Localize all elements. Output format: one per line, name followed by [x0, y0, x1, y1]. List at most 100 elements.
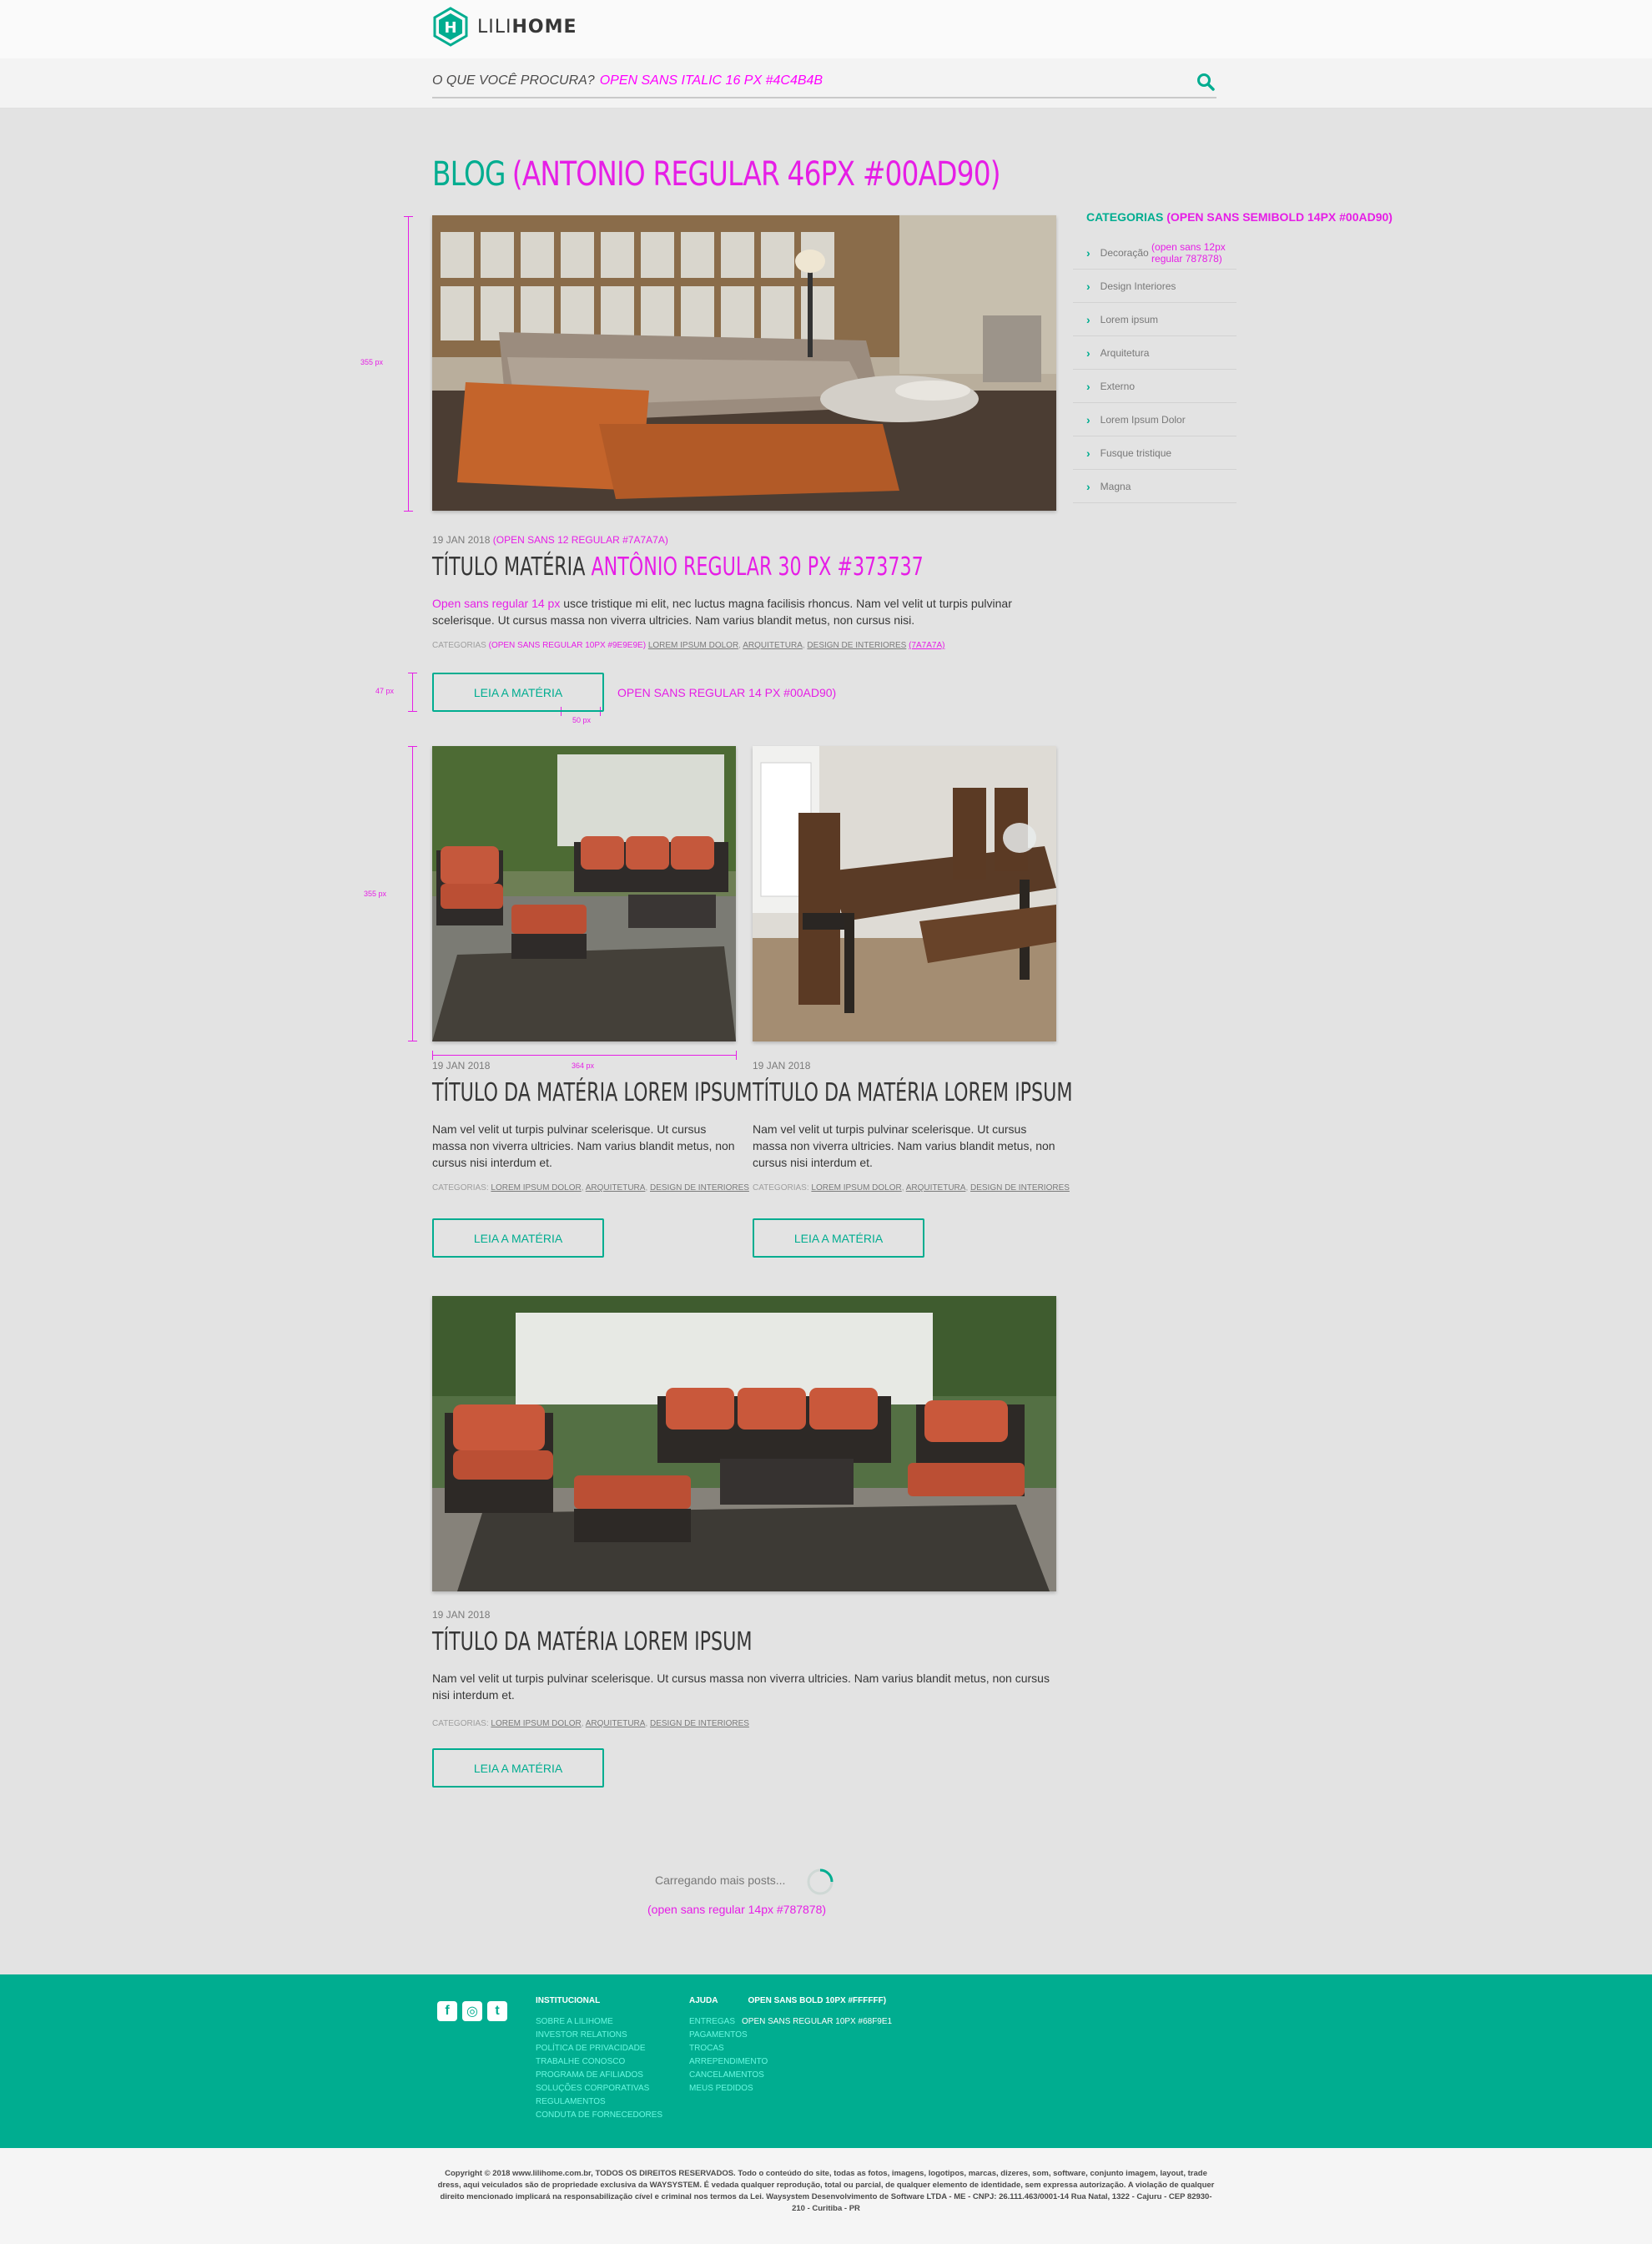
post-title[interactable]: TÍTULO DA MATÉRIA LOREM IPSUM [432, 1627, 753, 1657]
footer-link[interactable]: ENTREGAS OPEN SANS REGULAR 10PX #68F9E1 [689, 2015, 892, 2029]
chevron-right-icon: › [1086, 279, 1090, 293]
footer-link[interactable]: ARREPENDIMENTO [689, 2055, 892, 2069]
spec-note: OPEN SANS ITALIC 16 PX #4C4B4B [599, 73, 823, 88]
site-header: H LILIHOME [0, 0, 1652, 58]
post-categories: CATEGORIAS (OPEN SANS REGULAR 10PX #9E9E… [432, 641, 945, 650]
footer-link[interactable]: SOLUÇÕES CORPORATIVAS [536, 2082, 662, 2095]
post-image[interactable] [753, 746, 1056, 1041]
read-post-button[interactable]: LEIA A MATÉRIA [432, 1748, 604, 1788]
spec-note: (open sans regular 14px #787878) [647, 1903, 827, 1916]
category-link[interactable]: LOREM IPSUM DOLOR [491, 1183, 581, 1193]
chevron-right-icon: › [1086, 345, 1090, 360]
category-link[interactable]: DESIGN DE INTERIORES [650, 1719, 749, 1728]
spec-note: (ANTONIO REGULAR 46PX #00AD90) [511, 155, 1001, 194]
footer-heading: INSTITUCIONAL [536, 1996, 601, 2005]
post-image[interactable] [432, 746, 736, 1041]
category-link[interactable]: LOREM IPSUM DOLOR [648, 641, 738, 650]
spec-note: ANTÔNIO REGULAR 30 PX #373737 [591, 552, 924, 582]
category-link[interactable]: DESIGN DE INTERIORES [807, 641, 906, 650]
sidebar-item[interactable]: › Externo [1073, 370, 1236, 403]
footer-link[interactable]: REGULAMENTOS [536, 2095, 662, 2109]
chevron-right-icon: › [1086, 312, 1090, 326]
sidebar-item[interactable]: › Decoração (open sans 12px regular 78787… [1073, 236, 1236, 270]
dimension-label: 47 px [375, 687, 395, 695]
dimension-line [408, 746, 417, 1041]
copyright-text: Copyright © 2018 www.lilihome.com.br, TO… [437, 2169, 1215, 2213]
post-title[interactable]: TÍTULO DA MATÉRIA LOREM IPSUM [753, 1078, 1073, 1107]
sidebar-item[interactable]: › Lorem Ipsum Dolor [1073, 403, 1236, 436]
read-post-button[interactable]: LEIA A MATÉRIA [753, 1218, 924, 1258]
post-excerpt: Nam vel velit ut turpis pulvinar sceleri… [432, 1122, 735, 1169]
post-categories: CATEGORIAS: LOREM IPSUM DOLOR, ARQUITETU… [432, 1183, 749, 1193]
chevron-right-icon: › [1086, 379, 1090, 393]
category-list: › Decoração (open sans 12px regular 78787… [1073, 236, 1236, 503]
post-date: 19 JAN 2018 [432, 1609, 491, 1621]
dimension-label: 50 px [572, 716, 592, 724]
category-link[interactable]: DESIGN DE INTERIORES [650, 1183, 749, 1193]
spec-note: OPEN SANS REGULAR 14 PX #00AD90) [617, 686, 837, 699]
post-image[interactable] [432, 1296, 1056, 1591]
featured-post-image[interactable] [432, 215, 1056, 511]
footer-link[interactable]: TROCAS [689, 2042, 892, 2055]
footer-link[interactable]: MEUS PEDIDOS [689, 2082, 892, 2095]
dimension-line [432, 1051, 737, 1060]
dimension-label: 355 px [360, 358, 384, 366]
search-input[interactable]: O QUE VOCÊ PROCURA? OPEN SANS ITALIC 16 P… [432, 65, 1216, 98]
chevron-right-icon: › [1086, 245, 1090, 260]
read-post-button[interactable]: LEIA A MATÉRIA [432, 1218, 604, 1258]
footer-link[interactable]: INVESTOR RELATIONS [536, 2029, 662, 2042]
footer-link[interactable]: PROGRAMA DE AFILIADOS [536, 2069, 662, 2082]
loading-spinner-icon [807, 1868, 834, 1895]
page-title: BLOG (ANTONIO REGULAR 46PX #00AD90) [432, 155, 1001, 194]
chevron-right-icon: › [1086, 412, 1090, 426]
sidebar-item[interactable]: › Lorem ipsum [1073, 303, 1236, 336]
chevron-right-icon: › [1086, 479, 1090, 493]
post-title[interactable]: TÍTULO DA MATÉRIA LOREM IPSUM [432, 1078, 753, 1107]
sidebar-item[interactable]: › Magna [1073, 470, 1236, 503]
dimension-label: 355 px [364, 890, 387, 898]
sidebar-title: CATEGORIAS (OPEN SANS SEMIBOLD 14PX #00A… [1086, 210, 1393, 224]
logo-text: LILIHOME [477, 16, 577, 38]
site-footer: f ◎ t INSTITUCIONAL SOBRE A LILIHOME INV… [0, 1974, 1652, 2148]
category-link[interactable]: ARQUITETURA [906, 1183, 966, 1193]
category-link[interactable]: ARQUITETURA [743, 641, 803, 650]
spec-note: Open sans regular 14 px [432, 597, 561, 610]
post-excerpt: Open sans regular 14 px usce tristique m… [432, 597, 1012, 627]
footer-link[interactable]: PAGAMENTOS [689, 2029, 892, 2042]
post-categories: CATEGORIAS: LOREM IPSUM DOLOR, ARQUITETU… [432, 1719, 749, 1728]
category-link[interactable]: LOREM IPSUM DOLOR [811, 1183, 901, 1193]
category-link[interactable]: LOREM IPSUM DOLOR [491, 1719, 581, 1728]
dimension-label: 364 px [572, 1061, 595, 1070]
logo[interactable]: H LILIHOME [432, 7, 577, 47]
search-icon[interactable] [1196, 73, 1215, 91]
post-categories: CATEGORIAS: LOREM IPSUM DOLOR, ARQUITETU… [753, 1183, 1070, 1193]
twitter-icon[interactable]: t [487, 2001, 507, 2021]
read-post-button[interactable]: LEIA A MATÉRIA [432, 673, 604, 712]
loading-text: Carregando mais posts... [655, 1873, 786, 1887]
spec-note: (open sans 12px regular 787878) [1151, 240, 1226, 265]
spec-note: OPEN SANS BOLD 10PX #FFFFFF) [748, 1996, 887, 2005]
sidebar-item[interactable]: › Arquitetura [1073, 336, 1236, 370]
category-link[interactable]: ARQUITETURA [586, 1719, 646, 1728]
category-link[interactable]: DESIGN DE INTERIORES [970, 1183, 1070, 1193]
footer-link[interactable]: TRABALHE CONOSCO [536, 2055, 662, 2069]
spec-note: (OPEN SANS SEMIBOLD 14PX #00AD90) [1166, 210, 1393, 224]
svg-text:H: H [444, 19, 456, 37]
spec-note: OPEN SANS REGULAR 10PX #68F9E1 [742, 2017, 893, 2026]
social-links: f ◎ t [437, 2001, 507, 2021]
post-title[interactable]: TÍTULO MATÉRIA ANTÔNIO REGULAR 30 PX #37… [432, 552, 924, 582]
footer-column-ajuda: AJUDA OPEN SANS BOLD 10PX #FFFFFF) ENTREG… [689, 1996, 892, 2095]
sidebar-item[interactable]: › Fusque tristique [1073, 436, 1236, 470]
instagram-icon[interactable]: ◎ [462, 2001, 482, 2021]
footer-column-institucional: INSTITUCIONAL SOBRE A LILIHOME INVESTOR … [536, 1996, 662, 2122]
footer-link[interactable]: CONDUTA DE FORNECEDORES [536, 2109, 662, 2122]
footer-link[interactable]: POLÍTICA DE PRIVACIDADE [536, 2042, 662, 2055]
footer-link[interactable]: SOBRE A LILIHOME [536, 2015, 662, 2029]
footer-link[interactable]: CANCELAMENTOS [689, 2069, 892, 2082]
spec-note: (7A7A7A) [909, 641, 945, 650]
category-link[interactable]: ARQUITETURA [586, 1183, 646, 1193]
spec-note: (OPEN SANS 12 REGULAR #7A7A7A) [492, 534, 668, 546]
sidebar-item[interactable]: › Design Interiores [1073, 270, 1236, 303]
facebook-icon[interactable]: f [437, 2001, 457, 2021]
logo-hexagon-icon: H [433, 7, 468, 47]
